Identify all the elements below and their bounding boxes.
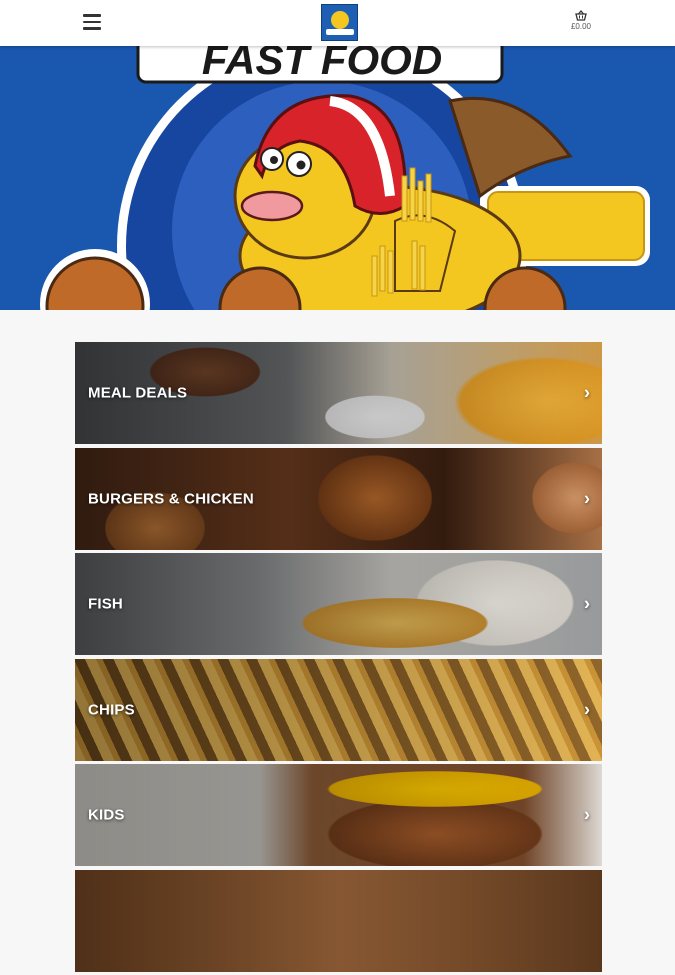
category-fish[interactable]: FISH › bbox=[75, 553, 602, 655]
chevron-right-icon: › bbox=[584, 382, 590, 403]
category-meal-deals[interactable]: MEAL DEALS › bbox=[75, 342, 602, 444]
chevron-right-icon: › bbox=[584, 593, 590, 614]
chevron-right-icon: › bbox=[584, 488, 590, 508]
chevron-right-icon: › bbox=[584, 699, 590, 719]
basket-button[interactable]: £0.00 bbox=[566, 8, 596, 38]
basket-icon bbox=[575, 10, 587, 21]
basket-total: £0.00 bbox=[570, 22, 592, 31]
hamburger-menu-icon[interactable] bbox=[83, 14, 101, 32]
category-label: CHIPS bbox=[88, 701, 135, 718]
category-label: KIDS bbox=[88, 806, 125, 824]
category-label: FISH bbox=[88, 595, 123, 613]
mascot-illustration: FAST FOOD bbox=[40, 46, 650, 310]
category-kids[interactable]: KIDS › bbox=[75, 764, 602, 866]
banner-text: FAST FOOD bbox=[202, 46, 442, 83]
brand-logo-icon[interactable] bbox=[321, 4, 358, 41]
category-chips[interactable]: CHIPS › bbox=[75, 658, 602, 761]
category-list: MEAL DEALS › BURGERS & CHICKEN › FISH › … bbox=[75, 342, 602, 975]
category-label: BURGERS & CHICKEN bbox=[88, 490, 254, 507]
app-header: £0.00 bbox=[0, 0, 675, 46]
hero-banner: FAST FOOD bbox=[0, 46, 675, 310]
category-partial[interactable] bbox=[75, 869, 602, 972]
category-label: MEAL DEALS bbox=[88, 384, 188, 402]
chevron-right-icon: › bbox=[584, 804, 590, 825]
category-burgers-chicken[interactable]: BURGERS & CHICKEN › bbox=[75, 447, 602, 550]
